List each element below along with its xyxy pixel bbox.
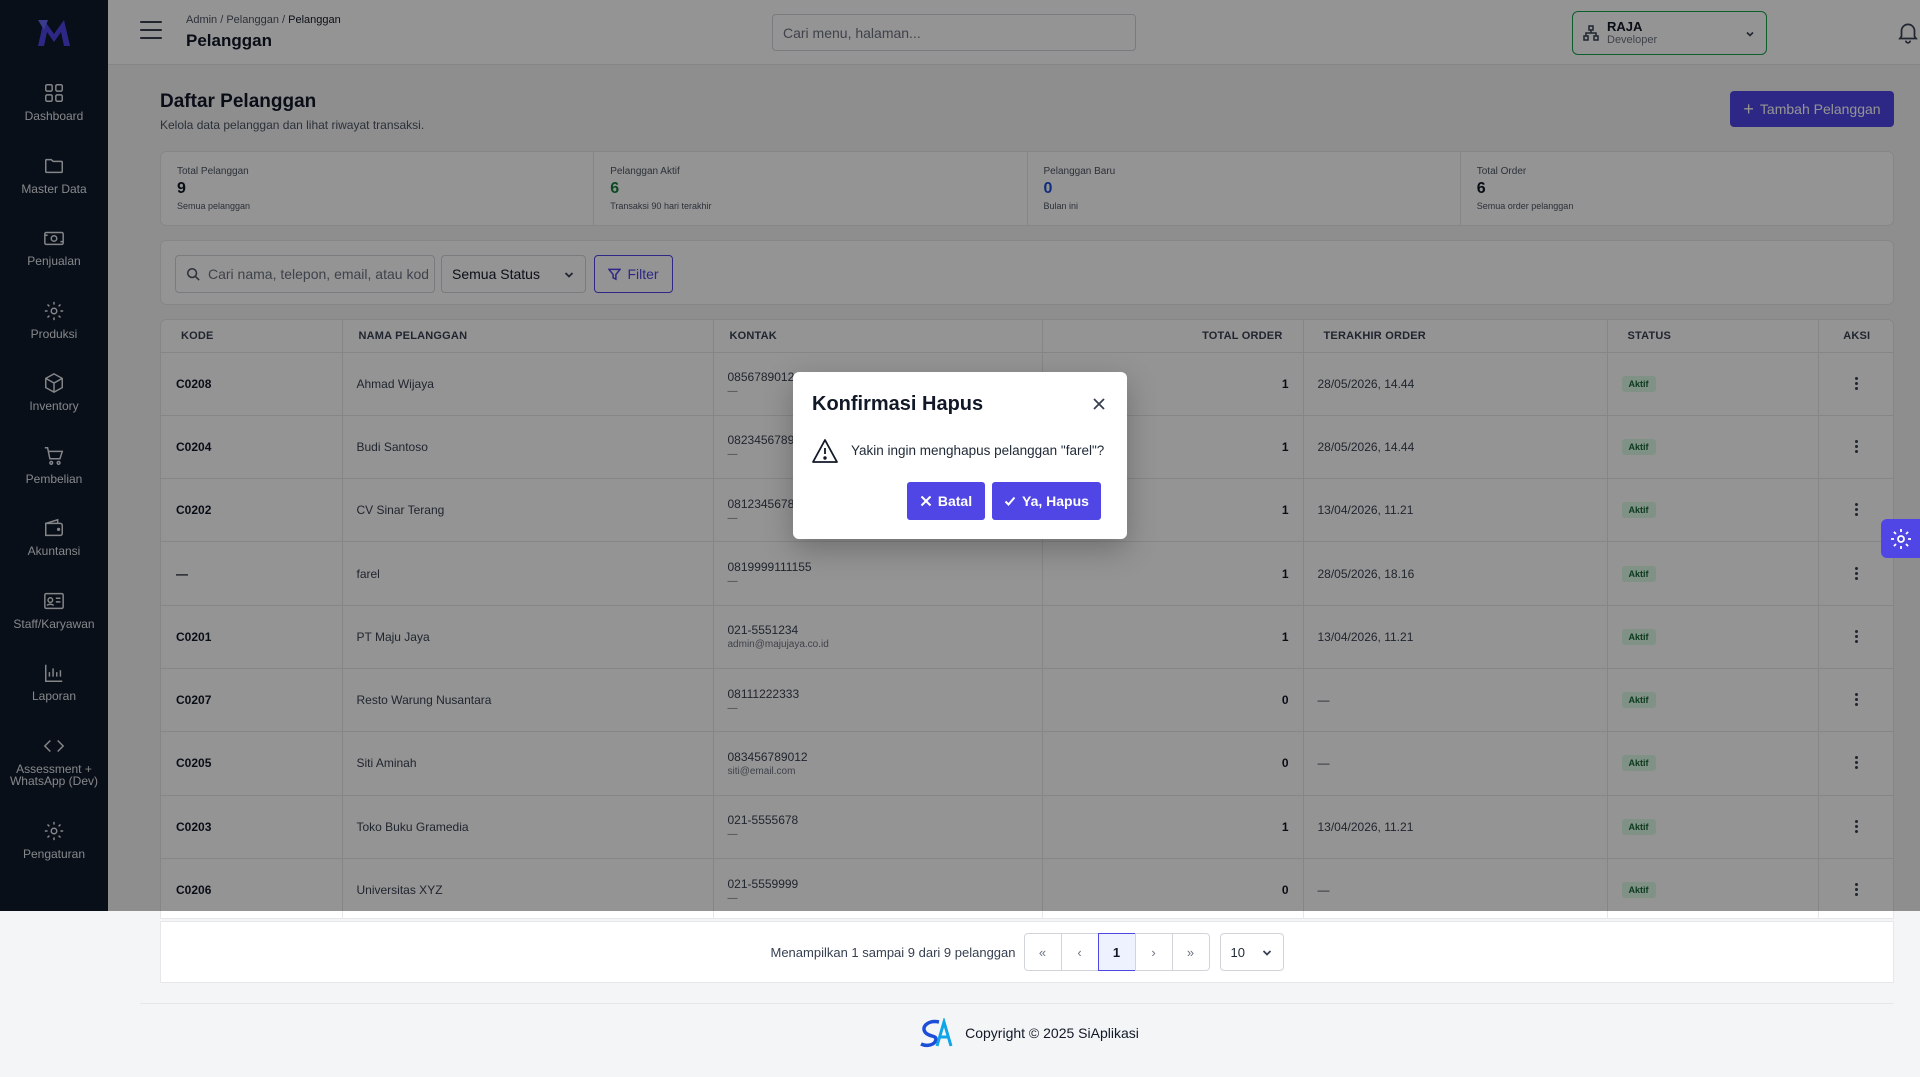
check-icon (1004, 496, 1016, 506)
close-icon (920, 495, 932, 507)
next-page-button[interactable]: › (1134, 933, 1173, 971)
chevron-down-icon (1262, 950, 1271, 956)
page-1-button[interactable]: 1 (1097, 933, 1136, 971)
confirm-delete-button[interactable]: Ya, Hapus (992, 482, 1101, 520)
first-page-button[interactable]: « (1023, 933, 1062, 971)
last-page-button[interactable]: » (1171, 933, 1210, 971)
close-icon[interactable] (1093, 398, 1105, 410)
footer: Copyright © 2025 SiAplikasi (0, 1018, 1920, 1048)
prev-page-button[interactable]: ‹ (1060, 933, 1099, 971)
page-size-value: 10 (1230, 944, 1245, 960)
cancel-button-label: Batal (937, 493, 973, 509)
footer-divider (140, 1003, 1894, 1004)
siaplikasi-logo-icon (920, 1018, 953, 1048)
delete-confirm-modal: Konfirmasi Hapus Yakin ingin menghapus p… (793, 372, 1127, 539)
modal-message: Yakin ingin menghapus pelanggan "farel"? (851, 443, 1105, 458)
modal-title: Konfirmasi Hapus (812, 393, 984, 415)
pagination: Menampilkan 1 sampai 9 dari 9 pelanggan … (160, 921, 1894, 983)
confirm-delete-label: Ya, Hapus (1022, 493, 1089, 509)
settings-float-button[interactable] (1881, 519, 1920, 558)
copyright-text: Copyright © 2025 SiAplikasi (965, 1025, 1139, 1041)
warning-icon (812, 439, 838, 463)
cancel-button[interactable]: Batal (907, 482, 985, 520)
pagination-info: Menampilkan 1 sampai 9 dari 9 pelanggan (770, 944, 1016, 960)
page-size-select[interactable]: 10 (1219, 933, 1284, 971)
gear-icon (1890, 528, 1911, 549)
